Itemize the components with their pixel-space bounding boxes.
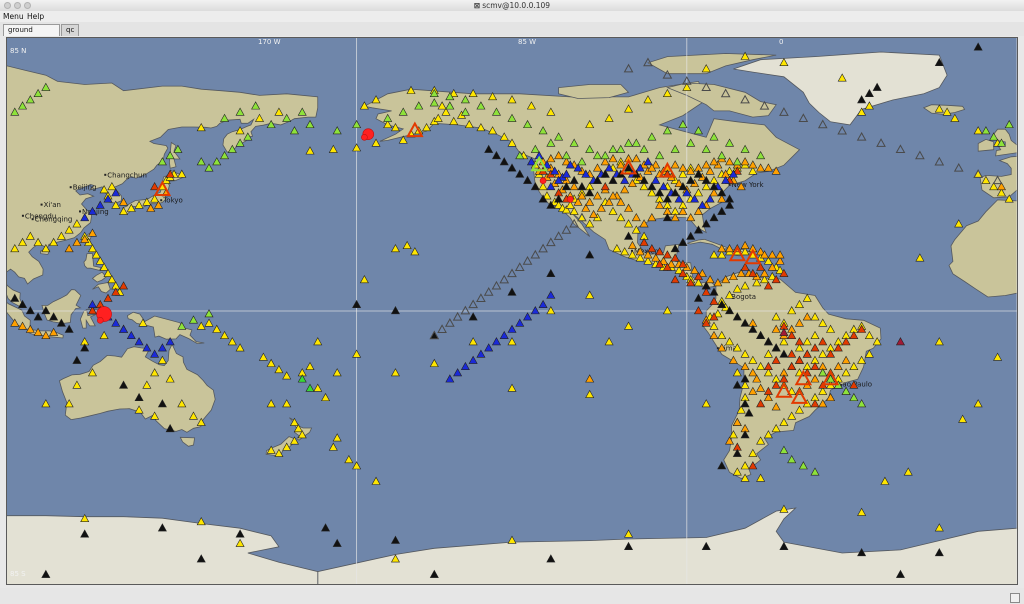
menu-menu[interactable]: Menu [3, 11, 24, 22]
grid-label-85s: 85 S [10, 570, 26, 578]
menu-help[interactable]: Help [27, 11, 44, 22]
map-canvas[interactable]: 85 N 85 S 170 W 85 W 0 Changchun Beijing X… [7, 38, 1017, 584]
city-dot [728, 183, 731, 186]
x11-icon: ⊠ [473, 1, 481, 10]
city-label: Changchun [107, 171, 147, 179]
grid-label-85n: 85 N [10, 47, 26, 55]
grid-label-85w: 85 W [518, 38, 536, 46]
grid-label-170w: 170 W [258, 38, 281, 46]
city-dot [79, 210, 82, 213]
city-dot [716, 347, 719, 350]
world-map[interactable]: 85 N 85 S 170 W 85 W 0 Changchun Beijing X… [6, 37, 1018, 585]
window-title: ⊠ scmv@10.0.0.109 [0, 0, 1024, 11]
city-dot [104, 173, 107, 176]
city-label: Bogota [731, 293, 756, 301]
city-dot [31, 218, 34, 221]
tab-ground-motion[interactable]: ground motion [3, 24, 60, 45]
event-marker[interactable] [96, 317, 104, 324]
event-marker[interactable] [361, 133, 368, 141]
city-label: Tokyo [162, 197, 183, 205]
resize-grip-icon[interactable] [1010, 593, 1020, 603]
event-marker[interactable] [566, 196, 574, 203]
city-dot [69, 186, 72, 189]
city-label: Beijing [73, 184, 97, 192]
city-dot [21, 214, 24, 217]
city-dot [40, 203, 43, 206]
event-marker[interactable] [539, 177, 547, 185]
status-bar [0, 588, 1024, 604]
city-dot [160, 199, 163, 202]
city-label: Xi'an [44, 201, 61, 209]
window-title-text: scmv@10.0.0.109 [482, 1, 551, 10]
tab-qc[interactable]: qc [61, 24, 79, 36]
city-label: Chongqing [35, 216, 73, 224]
grid-label-0: 0 [779, 38, 783, 46]
tab-bar: ground motion qc [0, 22, 1024, 45]
